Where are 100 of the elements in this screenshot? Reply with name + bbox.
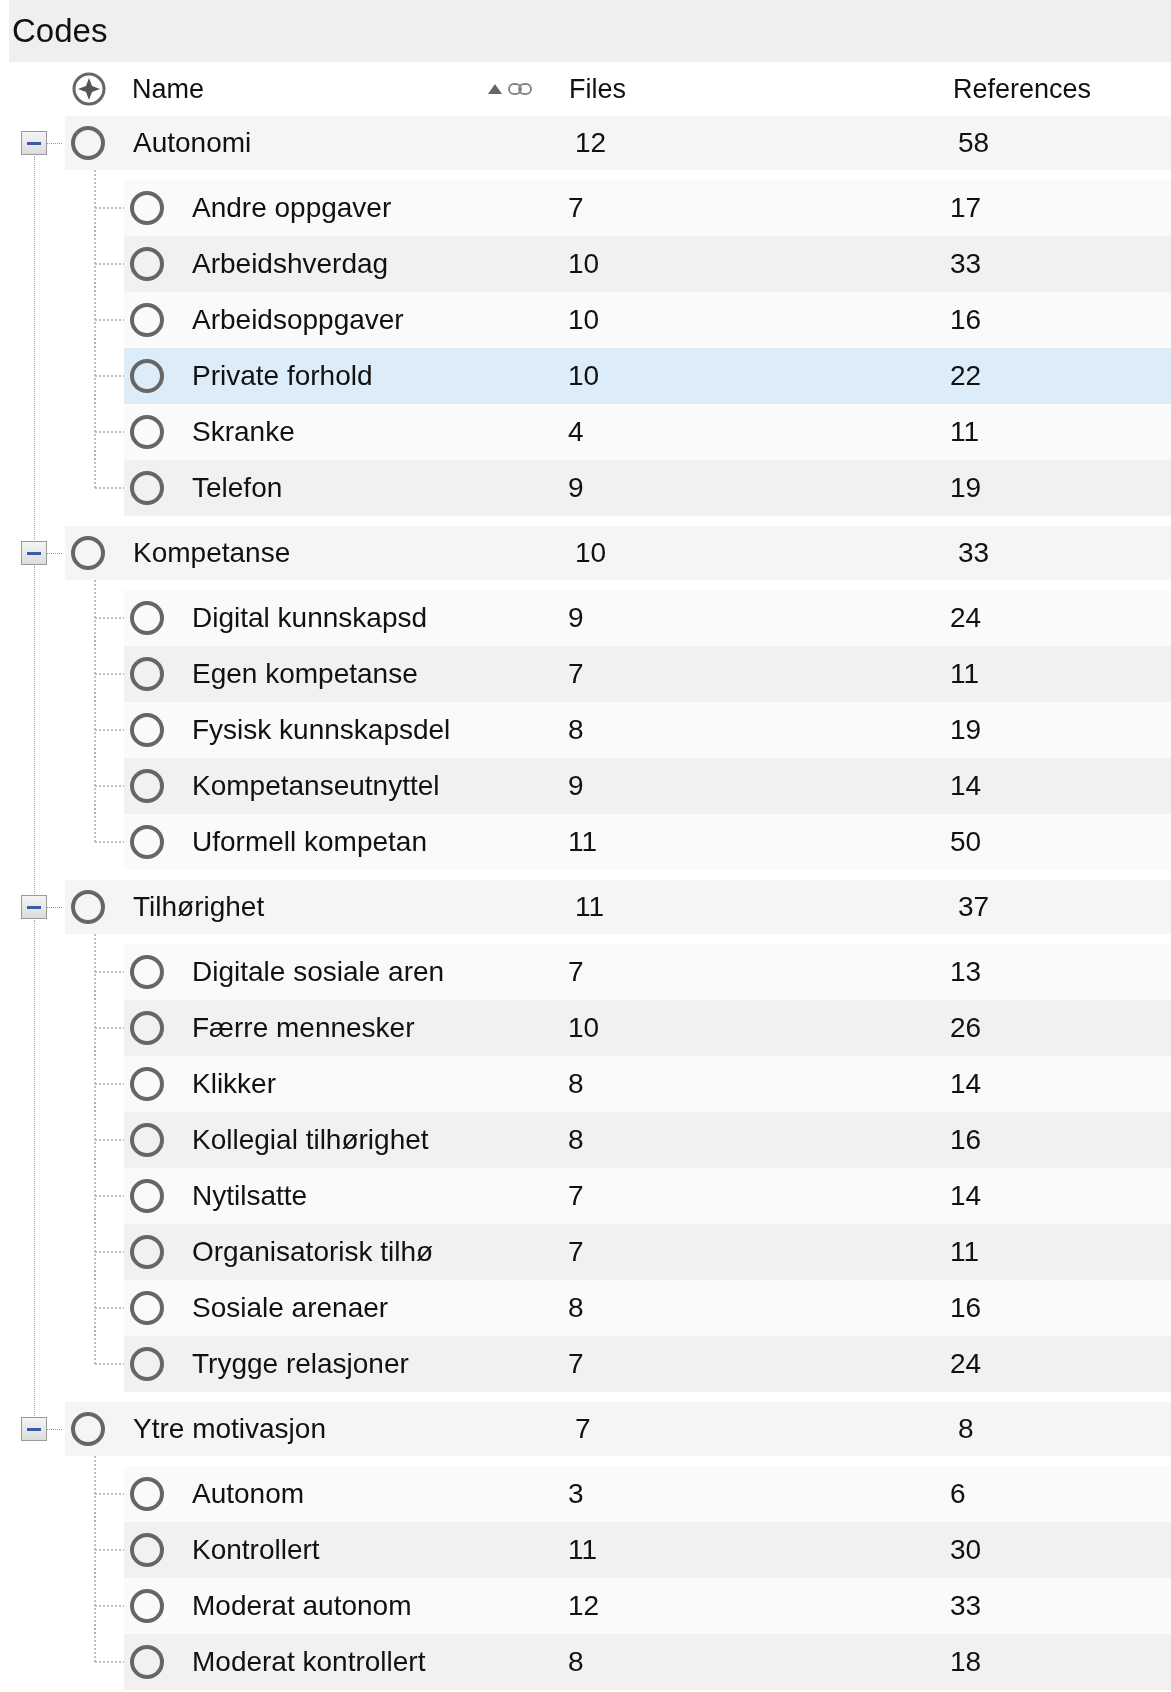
code-name: Andre oppgaver bbox=[192, 192, 393, 224]
code-name: Moderat kontrollert bbox=[192, 1646, 427, 1678]
files-count: 12 bbox=[575, 127, 608, 159]
references-count: 11 bbox=[950, 1236, 980, 1268]
files-count: 7 bbox=[568, 956, 585, 988]
references-count: 8 bbox=[958, 1413, 974, 1445]
node-circle-icon bbox=[129, 1476, 165, 1512]
node-circle-icon bbox=[129, 954, 165, 990]
column-header[interactable]: References bbox=[953, 73, 1092, 105]
node-circle-icon bbox=[129, 712, 165, 748]
tree-row[interactable]: Tilhørighet 11 37 bbox=[65, 880, 1171, 934]
tree-row[interactable]: Klikker 8 14 bbox=[124, 1056, 1171, 1112]
references-count: 16 bbox=[950, 1124, 982, 1156]
column-header[interactable]: Name bbox=[132, 73, 472, 105]
tree-row[interactable]: Kompetanse 10 33 bbox=[65, 526, 1171, 580]
references-count: 19 bbox=[950, 472, 982, 504]
code-name: Digitale sosiale aren bbox=[192, 956, 446, 988]
tree-row[interactable]: Organisatorisk tilhø 7 11 bbox=[124, 1224, 1171, 1280]
references-count: 14 bbox=[950, 770, 982, 802]
references-count: 16 bbox=[950, 304, 982, 336]
node-circle-icon bbox=[70, 535, 106, 571]
references-count: 19 bbox=[950, 714, 982, 746]
references-count: 6 bbox=[950, 1478, 966, 1510]
code-name: Uformell kompetan bbox=[192, 826, 428, 858]
tree-row[interactable]: Kollegial tilhørighet 8 16 bbox=[124, 1112, 1171, 1168]
tree-row[interactable]: Uformell kompetan 11 50 bbox=[124, 814, 1171, 870]
code-name: Tilhørighet bbox=[133, 891, 266, 923]
code-name: Private forhold bbox=[192, 360, 374, 392]
code-name: Kollegial tilhørighet bbox=[192, 1124, 430, 1156]
code-name: Skranke bbox=[192, 416, 296, 448]
node-circle-icon bbox=[129, 656, 165, 692]
code-name: Kontrollert bbox=[192, 1534, 321, 1566]
tree-row[interactable]: Skranke 4 11 bbox=[124, 404, 1171, 460]
tree-row[interactable]: Telefon 9 19 bbox=[124, 460, 1171, 516]
collapse-toggle[interactable] bbox=[21, 1417, 47, 1441]
references-count: 24 bbox=[950, 602, 982, 634]
node-circle-icon bbox=[129, 824, 165, 860]
node-circle-icon bbox=[129, 1644, 165, 1680]
tree-row[interactable]: Færre mennesker 10 26 bbox=[124, 1000, 1171, 1056]
collapse-toggle[interactable] bbox=[21, 541, 47, 565]
tree-row[interactable]: Kompetanseutnyttel 9 14 bbox=[124, 758, 1171, 814]
references-count: 17 bbox=[950, 192, 982, 224]
node-circle-icon bbox=[129, 302, 165, 338]
references-count: 33 bbox=[950, 248, 982, 280]
tree-row[interactable]: Fysisk kunnskapsdel 8 19 bbox=[124, 702, 1171, 758]
node-circle-icon bbox=[129, 1066, 165, 1102]
tree-row[interactable]: Sosiale arenaer 8 16 bbox=[124, 1280, 1171, 1336]
files-count: 7 bbox=[568, 1236, 585, 1268]
files-count: 3 bbox=[568, 1478, 585, 1510]
references-count: 50 bbox=[950, 826, 982, 858]
tree-row[interactable]: Private forhold 10 22 bbox=[124, 348, 1171, 404]
tree-row[interactable]: Autonomi 12 58 bbox=[65, 116, 1171, 170]
tree-row[interactable]: Trygge relasjoner 7 24 bbox=[124, 1336, 1171, 1392]
tree-row[interactable]: Arbeidshverdag 10 33 bbox=[124, 236, 1171, 292]
files-count: 9 bbox=[568, 472, 585, 504]
tree-row[interactable]: Digitale sosiale aren 7 13 bbox=[124, 944, 1171, 1000]
files-count: 11 bbox=[575, 891, 606, 923]
references-count: 11 bbox=[950, 416, 980, 448]
references-count: 11 bbox=[950, 658, 980, 690]
tree-row[interactable]: Moderat autonom 12 33 bbox=[124, 1578, 1171, 1634]
sort-ascending-icon[interactable] bbox=[487, 83, 503, 95]
code-name: Nytilsatte bbox=[192, 1180, 309, 1212]
tree-row[interactable]: Moderat kontrollert 8 18 bbox=[124, 1634, 1171, 1690]
node-circle-icon bbox=[129, 768, 165, 804]
tree-row[interactable]: Andre oppgaver 7 17 bbox=[124, 180, 1171, 236]
references-count: 22 bbox=[950, 360, 982, 392]
tree-row[interactable]: Arbeidsoppgaver 10 16 bbox=[124, 292, 1171, 348]
code-name: Færre mennesker bbox=[192, 1012, 416, 1044]
code-name: Telefon bbox=[192, 472, 284, 504]
files-count: 10 bbox=[575, 537, 608, 569]
collapse-toggle[interactable] bbox=[21, 895, 47, 919]
files-count: 9 bbox=[568, 602, 585, 634]
code-name: Moderat autonom bbox=[192, 1590, 413, 1622]
panel-title: Codes bbox=[9, 0, 1171, 62]
tree-row[interactable]: Digital kunnskapsd 9 24 bbox=[124, 590, 1171, 646]
tree-row[interactable]: Egen kompetanse 7 11 bbox=[124, 646, 1171, 702]
code-name: Fysisk kunnskapsdel bbox=[192, 714, 452, 746]
tree-row[interactable]: Kontrollert 11 30 bbox=[124, 1522, 1171, 1578]
code-name: Kompetanse bbox=[133, 537, 292, 569]
files-count: 10 bbox=[568, 1012, 601, 1044]
link-icon[interactable] bbox=[507, 82, 533, 96]
column-header[interactable]: Files bbox=[569, 73, 953, 105]
files-count: 8 bbox=[568, 1124, 585, 1156]
node-circle-icon bbox=[129, 246, 165, 282]
files-count: 8 bbox=[568, 1068, 585, 1100]
code-name: Digital kunnskapsd bbox=[192, 602, 429, 634]
files-count: 9 bbox=[568, 770, 585, 802]
references-count: 16 bbox=[950, 1292, 982, 1324]
files-count: 7 bbox=[568, 192, 585, 224]
tree-row[interactable]: Ytre motivasjon 7 8 bbox=[65, 1402, 1171, 1456]
collapse-toggle[interactable] bbox=[21, 131, 47, 155]
code-name: Egen kompetanse bbox=[192, 658, 419, 690]
references-count: 33 bbox=[958, 537, 990, 569]
node-circle-icon bbox=[129, 470, 165, 506]
code-name: Ytre motivasjon bbox=[133, 1413, 327, 1445]
tree-row[interactable]: Nytilsatte 7 14 bbox=[124, 1168, 1171, 1224]
files-count: 11 bbox=[568, 1534, 599, 1566]
node-circle-icon bbox=[129, 1290, 165, 1326]
tree-row[interactable]: Autonom 3 6 bbox=[124, 1466, 1171, 1522]
node-circle-icon bbox=[129, 1178, 165, 1214]
